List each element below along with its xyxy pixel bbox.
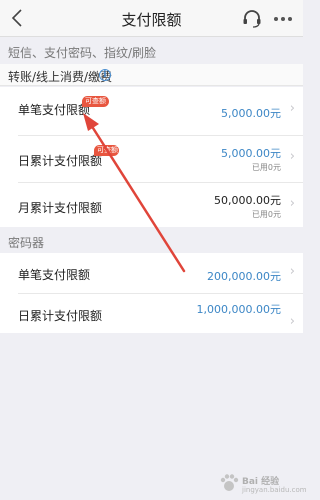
nav-bar: 支付限额 [0, 0, 303, 37]
headset-icon[interactable] [240, 7, 264, 31]
limit-label: 日累计支付限额 [18, 309, 103, 323]
limit-row-daily[interactable]: 日累计支付限额 可查额 5,000.00元 已用0元 › [0, 136, 303, 182]
subsection-bar: 转账/线上消费/缴费 i [0, 64, 303, 86]
chevron-right-icon: › [289, 196, 295, 211]
device-limits-group: 单笔支付限额 200,000.00元 › 日累计支付限额 1,000,000.0… [0, 253, 303, 333]
paw-icon [220, 474, 239, 491]
device-row-daily[interactable]: 日累计支付限额 1,000,000.00元 › [0, 294, 303, 333]
subsection-label: 转账/线上消费/缴费 [8, 70, 113, 84]
watermark: Bai 经验 jingyan.baidu.com [214, 469, 307, 497]
limit-amount: 5,000.00元 [221, 107, 281, 120]
limits-group: 单笔支付限额 可查额 5,000.00元 › 日累计支付限额 可查额 5,000… [0, 87, 303, 227]
limit-amount: 50,000.00元 [214, 194, 281, 207]
chevron-left-icon[interactable] [4, 4, 32, 32]
device-row-single[interactable]: 单笔支付限额 200,000.00元 › [0, 253, 303, 293]
chevron-right-icon: › [289, 149, 295, 164]
limit-row-single[interactable]: 单笔支付限额 可查额 5,000.00元 › [0, 87, 303, 135]
limit-label: 月累计支付限额 [18, 201, 103, 215]
limit-label: 日累计支付限额 [18, 154, 103, 168]
limit-amount: 200,000.00元 [207, 270, 281, 283]
used-amount: 已用0元 [251, 163, 281, 172]
info-circle-icon[interactable]: i [99, 69, 111, 81]
limit-label: 单笔支付限额 [18, 268, 91, 282]
watermark-url: jingyan.baidu.com [242, 486, 307, 494]
limit-amount: 1,000,000.00元 [196, 303, 281, 316]
more-dots-icon[interactable] [271, 9, 295, 29]
page-title: 支付限额 [121, 11, 182, 29]
section-header-device: 密码器 [8, 236, 45, 250]
limit-label: 单笔支付限额 [18, 103, 91, 117]
chevron-right-icon: › [289, 101, 295, 116]
check-limit-badge[interactable]: 可查额 [94, 145, 119, 156]
limit-amount: 5,000.00元 [221, 147, 281, 160]
used-amount: 已用0元 [251, 210, 281, 219]
limit-row-monthly[interactable]: 月累计支付限额 50,000.00元 已用0元 › [0, 183, 303, 227]
check-limit-badge[interactable]: 可查额 [82, 96, 109, 107]
chevron-right-icon: › [289, 314, 295, 329]
chevron-right-icon: › [289, 264, 295, 279]
section-header-sms: 短信、支付密码、指纹/刷脸 [8, 46, 157, 60]
